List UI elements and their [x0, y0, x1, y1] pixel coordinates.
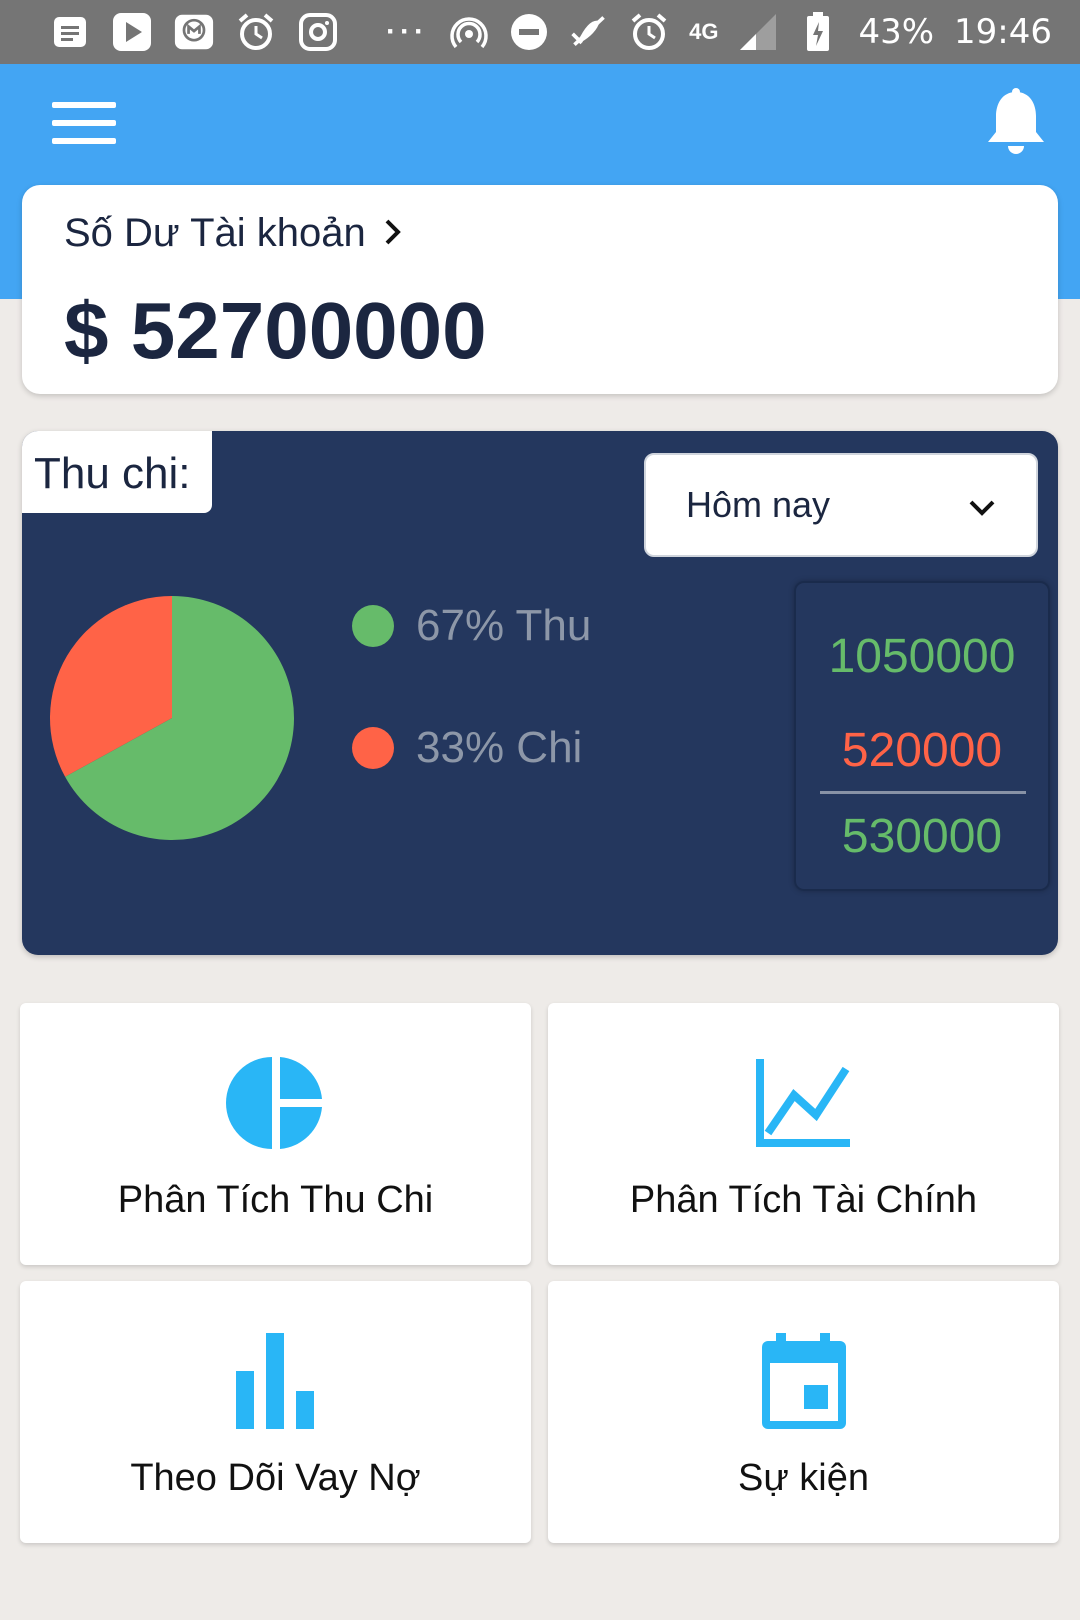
pie-chart-icon — [225, 1053, 326, 1153]
tile-financial-analysis[interactable]: Phân Tích Tài Chính — [548, 1003, 1059, 1265]
legend-item-thu: 67% Thu — [352, 601, 591, 651]
total-income: 1050000 — [828, 630, 1016, 683]
period-select[interactable]: Hôm nay — [644, 453, 1038, 557]
total-net: 530000 — [841, 810, 1003, 863]
tile-label: Sự kiện — [737, 1457, 870, 1499]
bell-icon[interactable] — [984, 88, 1054, 168]
legend-dot-chi — [352, 727, 394, 769]
battery-icon — [798, 12, 838, 52]
hotspot-icon — [449, 12, 489, 52]
legend-label-chi: 33% Chi — [416, 723, 583, 772]
totals-divider — [820, 791, 1026, 794]
no-sound-icon — [569, 12, 609, 52]
tile-label: Theo Dõi Vay Nợ — [130, 1457, 421, 1499]
period-select-value: Hôm nay — [686, 484, 831, 525]
totals-box: 1050000 520000 530000 — [794, 581, 1050, 891]
tile-income-expense-analysis[interactable]: Phân Tích Thu Chi — [20, 1003, 531, 1265]
balance-amount: $ 52700000 — [64, 286, 487, 375]
pie-chart — [50, 596, 295, 840]
balance-title-row[interactable]: Số Dư Tài khoản — [64, 211, 402, 256]
alarm-icon — [236, 12, 276, 52]
legend-dot-thu — [352, 605, 394, 647]
chevron-down-icon — [968, 484, 996, 526]
income-expense-panel: Thu chi: Hôm nay 67% Thu 33% Chi 1050000… — [22, 431, 1058, 955]
signal-icon — [738, 12, 778, 52]
more-notifications: ··· — [386, 15, 428, 48]
balance-title: Số Dư Tài khoản — [64, 211, 366, 255]
calendar-icon — [754, 1331, 854, 1431]
legend-label-thu: 67% Thu — [416, 601, 592, 650]
balance-card[interactable]: Số Dư Tài khoản $ 52700000 — [22, 185, 1058, 394]
battery-percent: 43% — [858, 12, 935, 52]
bar-chart-icon — [226, 1331, 326, 1431]
hamburger-menu-icon[interactable] — [52, 102, 116, 152]
tile-debt-tracking[interactable]: Theo Dõi Vay Nợ — [20, 1281, 531, 1543]
clock: 19:46 — [954, 12, 1052, 52]
status-bar: ··· 4G 43% 19:46 — [0, 0, 1080, 64]
instagram-icon — [298, 12, 338, 52]
tile-label: Phân Tích Thu Chi — [117, 1179, 434, 1221]
do-not-disturb-icon — [509, 12, 549, 52]
chevron-right-icon — [384, 211, 402, 256]
panel-title: Thu chi: — [22, 431, 212, 513]
legend-item-chi: 33% Chi — [352, 723, 582, 773]
alarm-icon — [629, 12, 669, 52]
mail-icon — [174, 12, 214, 52]
tile-events[interactable]: Sự kiện — [548, 1281, 1059, 1543]
total-expense: 520000 — [841, 724, 1003, 777]
play-icon — [112, 12, 152, 52]
network-type: 4G — [689, 19, 719, 44]
tile-label: Phân Tích Tài Chính — [629, 1179, 978, 1221]
line-chart-icon — [754, 1053, 854, 1153]
notes-icon — [50, 12, 90, 52]
